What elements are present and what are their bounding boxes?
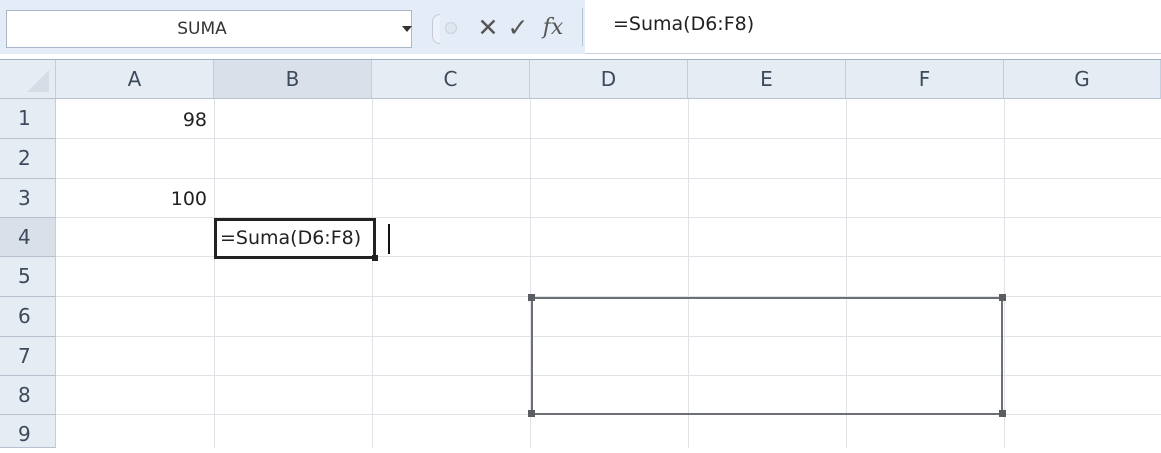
formula-bar-divider xyxy=(582,8,583,46)
column-header-b[interactable]: B xyxy=(214,60,372,99)
formula-bar-area: SUMA ✕ ✓ fx =Suma(D6:F8) xyxy=(0,0,1161,54)
cell-a3[interactable]: 100 xyxy=(56,180,214,218)
range-handle-bottom-left[interactable] xyxy=(528,410,535,417)
row-header-3[interactable]: 3 xyxy=(0,179,56,218)
column-header-a[interactable]: A xyxy=(56,60,214,99)
range-handle-top-left[interactable] xyxy=(528,294,535,301)
name-box[interactable]: SUMA xyxy=(6,10,412,48)
formula-input[interactable]: =Suma(D6:F8) xyxy=(585,0,1161,54)
row-header-4[interactable]: 4 xyxy=(0,218,56,257)
select-all-corner[interactable] xyxy=(0,60,56,99)
column-header-e[interactable]: E xyxy=(688,60,846,99)
formula-text: =Suma(D6:F8) xyxy=(613,13,755,35)
row-header-1[interactable]: 1 xyxy=(0,99,56,139)
row-header-9[interactable]: 9 xyxy=(0,415,56,448)
row-header-2[interactable]: 2 xyxy=(0,139,56,179)
text-cursor xyxy=(388,224,390,254)
fill-handle[interactable] xyxy=(372,255,378,261)
row-header-6[interactable]: 6 xyxy=(0,297,56,337)
reference-range-border xyxy=(531,297,1003,415)
enter-check-icon[interactable]: ✓ xyxy=(503,12,533,44)
column-header-d[interactable]: D xyxy=(530,60,688,99)
formula-bar-splitter[interactable] xyxy=(432,14,440,44)
insert-function-icon[interactable]: fx xyxy=(535,12,571,44)
cell-a1[interactable]: 98 xyxy=(56,101,214,139)
range-handle-top-right[interactable] xyxy=(999,294,1006,301)
row-header-8[interactable]: 8 xyxy=(0,376,56,415)
active-cell-edit-text: =Suma(D6:F8) xyxy=(220,227,362,249)
row-header-5[interactable]: 5 xyxy=(0,257,56,297)
column-header-g[interactable]: G xyxy=(1004,60,1161,99)
select-all-triangle-icon xyxy=(27,70,49,92)
resize-knob-icon[interactable] xyxy=(445,22,457,34)
active-cell-b4[interactable]: =Suma(D6:F8) xyxy=(214,218,378,261)
column-header-c[interactable]: C xyxy=(372,60,530,99)
row-header-7[interactable]: 7 xyxy=(0,337,56,376)
range-handle-bottom-right[interactable] xyxy=(999,410,1006,417)
cancel-icon[interactable]: ✕ xyxy=(473,12,503,44)
column-header-f[interactable]: F xyxy=(846,60,1004,99)
name-box-value: SUMA xyxy=(177,19,227,39)
name-box-dropdown-arrow-icon[interactable] xyxy=(402,26,412,32)
